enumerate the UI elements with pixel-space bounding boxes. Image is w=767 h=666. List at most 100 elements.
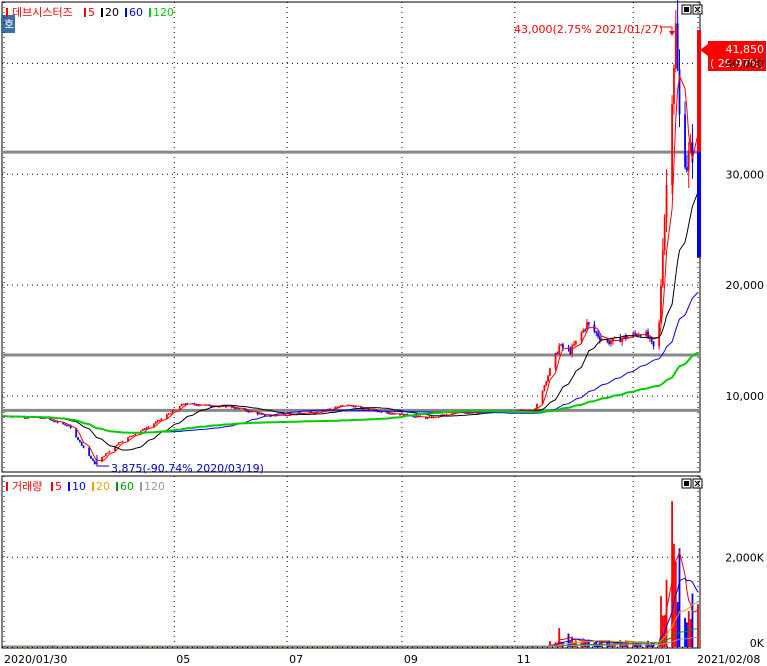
- x-tick-label: 07: [289, 653, 303, 666]
- candle-body: [54, 421, 57, 423]
- candle-body: [101, 456, 103, 463]
- volume-bar: [684, 617, 686, 647]
- candle-body: [663, 217, 666, 251]
- candle-body: [247, 411, 250, 413]
- candle-body: [90, 455, 92, 459]
- x-tick-label: 05: [176, 653, 190, 666]
- legend-item: 60: [120, 480, 134, 493]
- candle-body: [25, 417, 28, 419]
- candle-body: [141, 428, 144, 431]
- candle-body: [608, 341, 611, 344]
- price-tick-label: 10,000: [726, 390, 765, 403]
- candle-body: [645, 331, 648, 337]
- legend-swatch: [92, 482, 94, 491]
- last-range-up: [697, 30, 701, 153]
- candle-body: [121, 441, 124, 443]
- volume-panel-minimize-icon[interactable]: [681, 478, 692, 489]
- legend-swatch: [84, 8, 86, 17]
- candle-body: [610, 341, 612, 344]
- candle-body: [671, 104, 673, 185]
- legend-item: 60: [129, 6, 143, 19]
- candle-body: [388, 413, 390, 415]
- legend-item: 10: [72, 480, 86, 493]
- legend-item: 5: [55, 480, 62, 493]
- candle-body: [104, 453, 107, 457]
- candle-body: [169, 413, 172, 415]
- volume-tick-label: 2,000K: [725, 551, 764, 564]
- candle-body: [158, 420, 161, 422]
- x-tick-label: 2021/02/08: [697, 653, 760, 666]
- legend-swatch: [149, 8, 151, 17]
- price-tick-label: 40,000: [726, 57, 765, 70]
- volume-bar: [647, 640, 649, 647]
- candle-body: [77, 437, 79, 440]
- price-tick-label: 20,000: [726, 279, 765, 292]
- candle-body: [571, 345, 574, 355]
- candle-body: [389, 413, 392, 415]
- candle-body: [554, 352, 557, 369]
- candle-body: [582, 329, 585, 333]
- legend-swatch: [116, 482, 118, 491]
- candle-body: [634, 333, 636, 335]
- candle-body: [549, 368, 551, 376]
- x-tick-label: 09: [404, 653, 418, 666]
- legend-item: 20: [105, 6, 119, 19]
- candle-body: [665, 184, 668, 218]
- candle-body: [167, 413, 170, 415]
- legend-item: 120: [153, 6, 174, 19]
- candle-body: [173, 409, 176, 411]
- candle-body: [606, 339, 609, 342]
- legend-item: 5: [88, 6, 95, 19]
- candle-body: [147, 426, 150, 428]
- candle-body: [587, 322, 590, 325]
- candle-body: [560, 344, 562, 346]
- candle-body: [80, 441, 83, 446]
- candle-body: [426, 417, 429, 419]
- candle-body: [197, 405, 200, 407]
- candle-body: [676, 23, 679, 69]
- candle-body: [573, 344, 575, 346]
- candle-body: [685, 167, 688, 171]
- candle-body: [673, 67, 675, 105]
- candle-body: [156, 420, 159, 422]
- volume-bar: [685, 622, 688, 647]
- x-tick-label: 2020/01/30: [4, 653, 67, 666]
- price-y-axis: 40,000 30,000 20,000 10,000: [726, 57, 765, 403]
- candle-body: [106, 452, 109, 454]
- volume-bar: [658, 643, 661, 647]
- candle-body: [595, 331, 598, 333]
- candle-body: [134, 433, 137, 436]
- candle-body: [78, 439, 81, 442]
- candle-body: [93, 460, 96, 465]
- candle-body: [558, 345, 561, 354]
- x-tick-label: 2021/01: [626, 653, 672, 666]
- legend-swatch: [68, 482, 70, 491]
- legend-marker: [6, 482, 8, 491]
- candle-body: [117, 442, 120, 445]
- candle-body: [160, 418, 163, 421]
- candle-body: [249, 411, 252, 413]
- legend-item: 120: [144, 480, 165, 493]
- candle-body: [674, 23, 677, 68]
- low-annotation: 3,875(-90.74% 2020/03/19): [111, 462, 264, 475]
- candle-body: [556, 352, 559, 354]
- candle-body: [51, 420, 54, 422]
- candle-body: [103, 456, 105, 458]
- candle-body: [652, 341, 655, 347]
- x-tick-label: 11: [517, 653, 531, 666]
- candle-body: [182, 403, 185, 405]
- candle-body: [178, 406, 181, 410]
- price-panel-minimize-icon[interactable]: [681, 4, 692, 15]
- candle-body: [584, 329, 587, 331]
- corner-badge-label: 호: [4, 18, 14, 31]
- candle-body: [545, 381, 548, 386]
- candle-body: [354, 406, 357, 408]
- candle-body: [91, 458, 94, 461]
- candle-body: [687, 151, 690, 171]
- candle-body: [378, 411, 381, 413]
- price-tick-label: 30,000: [726, 168, 765, 181]
- candle-body: [547, 375, 550, 382]
- current-price: 41,850: [726, 43, 765, 56]
- volume-bar: [673, 543, 675, 647]
- volume-y-axis: 2,000K 0K: [725, 551, 764, 650]
